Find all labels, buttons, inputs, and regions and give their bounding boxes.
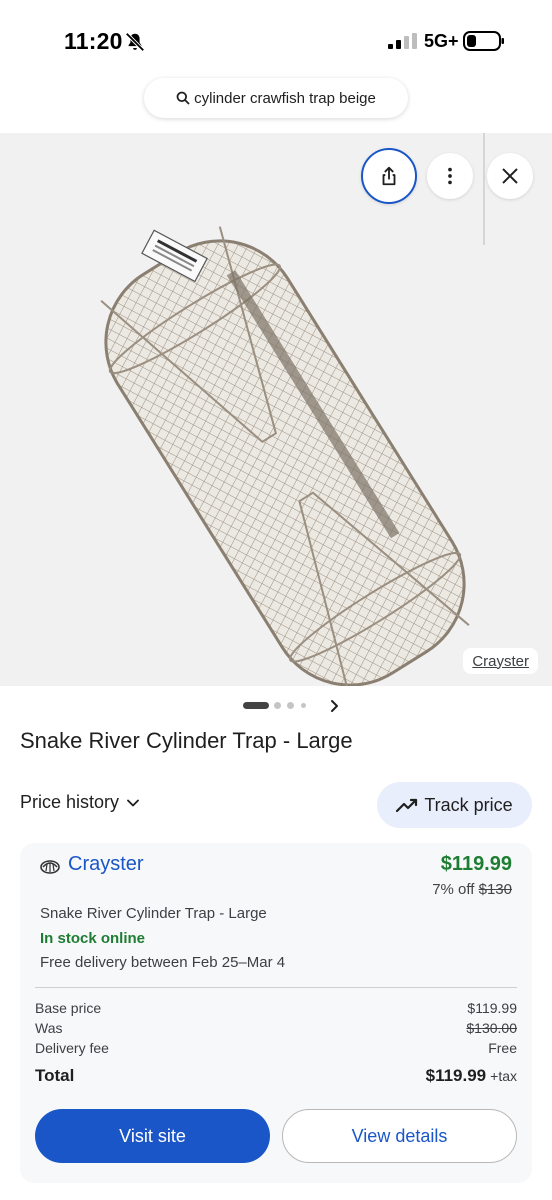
search-query-text: cylinder crawfish trap beige xyxy=(194,89,376,107)
delivery-info: Free delivery between Feb 25–Mar 4 xyxy=(40,954,286,971)
total-price-value: $119.99 xyxy=(425,1066,487,1085)
original-price: $130 xyxy=(478,881,512,898)
view-details-button[interactable]: View details xyxy=(282,1109,517,1163)
carousel-dot[interactable] xyxy=(274,702,281,709)
seller-offer-card: Crayster $119.99 7% off $130 Snake River… xyxy=(20,843,532,1183)
share-button[interactable] xyxy=(361,148,417,204)
price-history-toggle[interactable]: Price history xyxy=(20,792,141,813)
offer-product-title: Snake River Cylinder Trap - Large xyxy=(40,905,267,922)
discount-percent: 7% off xyxy=(432,881,475,898)
carousel-dot[interactable] xyxy=(287,702,294,709)
crayfish-logo-icon xyxy=(40,860,60,874)
signal-icon xyxy=(388,33,417,49)
google-shopping-product-page: 11:20 5G+ cylinder crawfish trap beige C… xyxy=(0,0,552,1200)
offer-price: $119.99 xyxy=(440,853,512,875)
base-price-value: $119.99 xyxy=(467,1000,517,1016)
track-price-label: Track price xyxy=(424,794,513,815)
visit-site-button[interactable]: Visit site xyxy=(35,1109,270,1163)
was-price-label: Was xyxy=(35,1020,63,1036)
divider xyxy=(35,987,517,988)
stock-status: In stock online xyxy=(40,930,146,947)
close-icon xyxy=(502,168,518,184)
carousel-dot[interactable] xyxy=(301,703,306,708)
was-price-value: $130.00 xyxy=(466,1020,517,1036)
share-icon xyxy=(382,166,396,186)
price-history-label: Price history xyxy=(20,792,120,812)
battery-icon xyxy=(463,31,504,51)
search-query-pill[interactable]: cylinder crawfish trap beige xyxy=(144,78,408,118)
track-price-button[interactable]: Track price xyxy=(377,782,532,828)
base-price-label: Base price xyxy=(35,1000,102,1016)
product-image[interactable]: Crayster xyxy=(0,133,552,686)
close-button[interactable] xyxy=(487,153,533,199)
more-options-button[interactable] xyxy=(427,153,473,199)
image-carousel-indicator xyxy=(0,696,552,716)
chevron-down-icon xyxy=(127,799,139,806)
status-bar: 11:20 5G+ xyxy=(0,0,552,80)
chevron-right-icon[interactable] xyxy=(328,696,342,716)
discount-info: 7% off $130 xyxy=(432,881,512,898)
image-attribution-link[interactable]: Crayster xyxy=(463,648,538,674)
carousel-dot-active[interactable] xyxy=(243,702,269,709)
seller-name-link[interactable]: Crayster xyxy=(68,853,144,876)
total-price: $119.99 +tax xyxy=(426,1066,517,1086)
delivery-fee-label: Delivery fee xyxy=(35,1040,109,1056)
status-time: 11:20 xyxy=(64,28,123,54)
bell-off-icon xyxy=(125,32,145,52)
more-vert-icon xyxy=(448,167,452,185)
cylinder-trap-image xyxy=(100,133,485,686)
tax-note: +tax xyxy=(490,1068,517,1084)
delivery-fee-value: Free xyxy=(488,1040,517,1056)
product-title: Snake River Cylinder Trap - Large xyxy=(20,728,353,753)
network-label: 5G+ xyxy=(424,31,459,51)
search-icon xyxy=(176,91,190,105)
trending-up-icon xyxy=(396,798,418,813)
total-label: Total xyxy=(35,1066,75,1085)
